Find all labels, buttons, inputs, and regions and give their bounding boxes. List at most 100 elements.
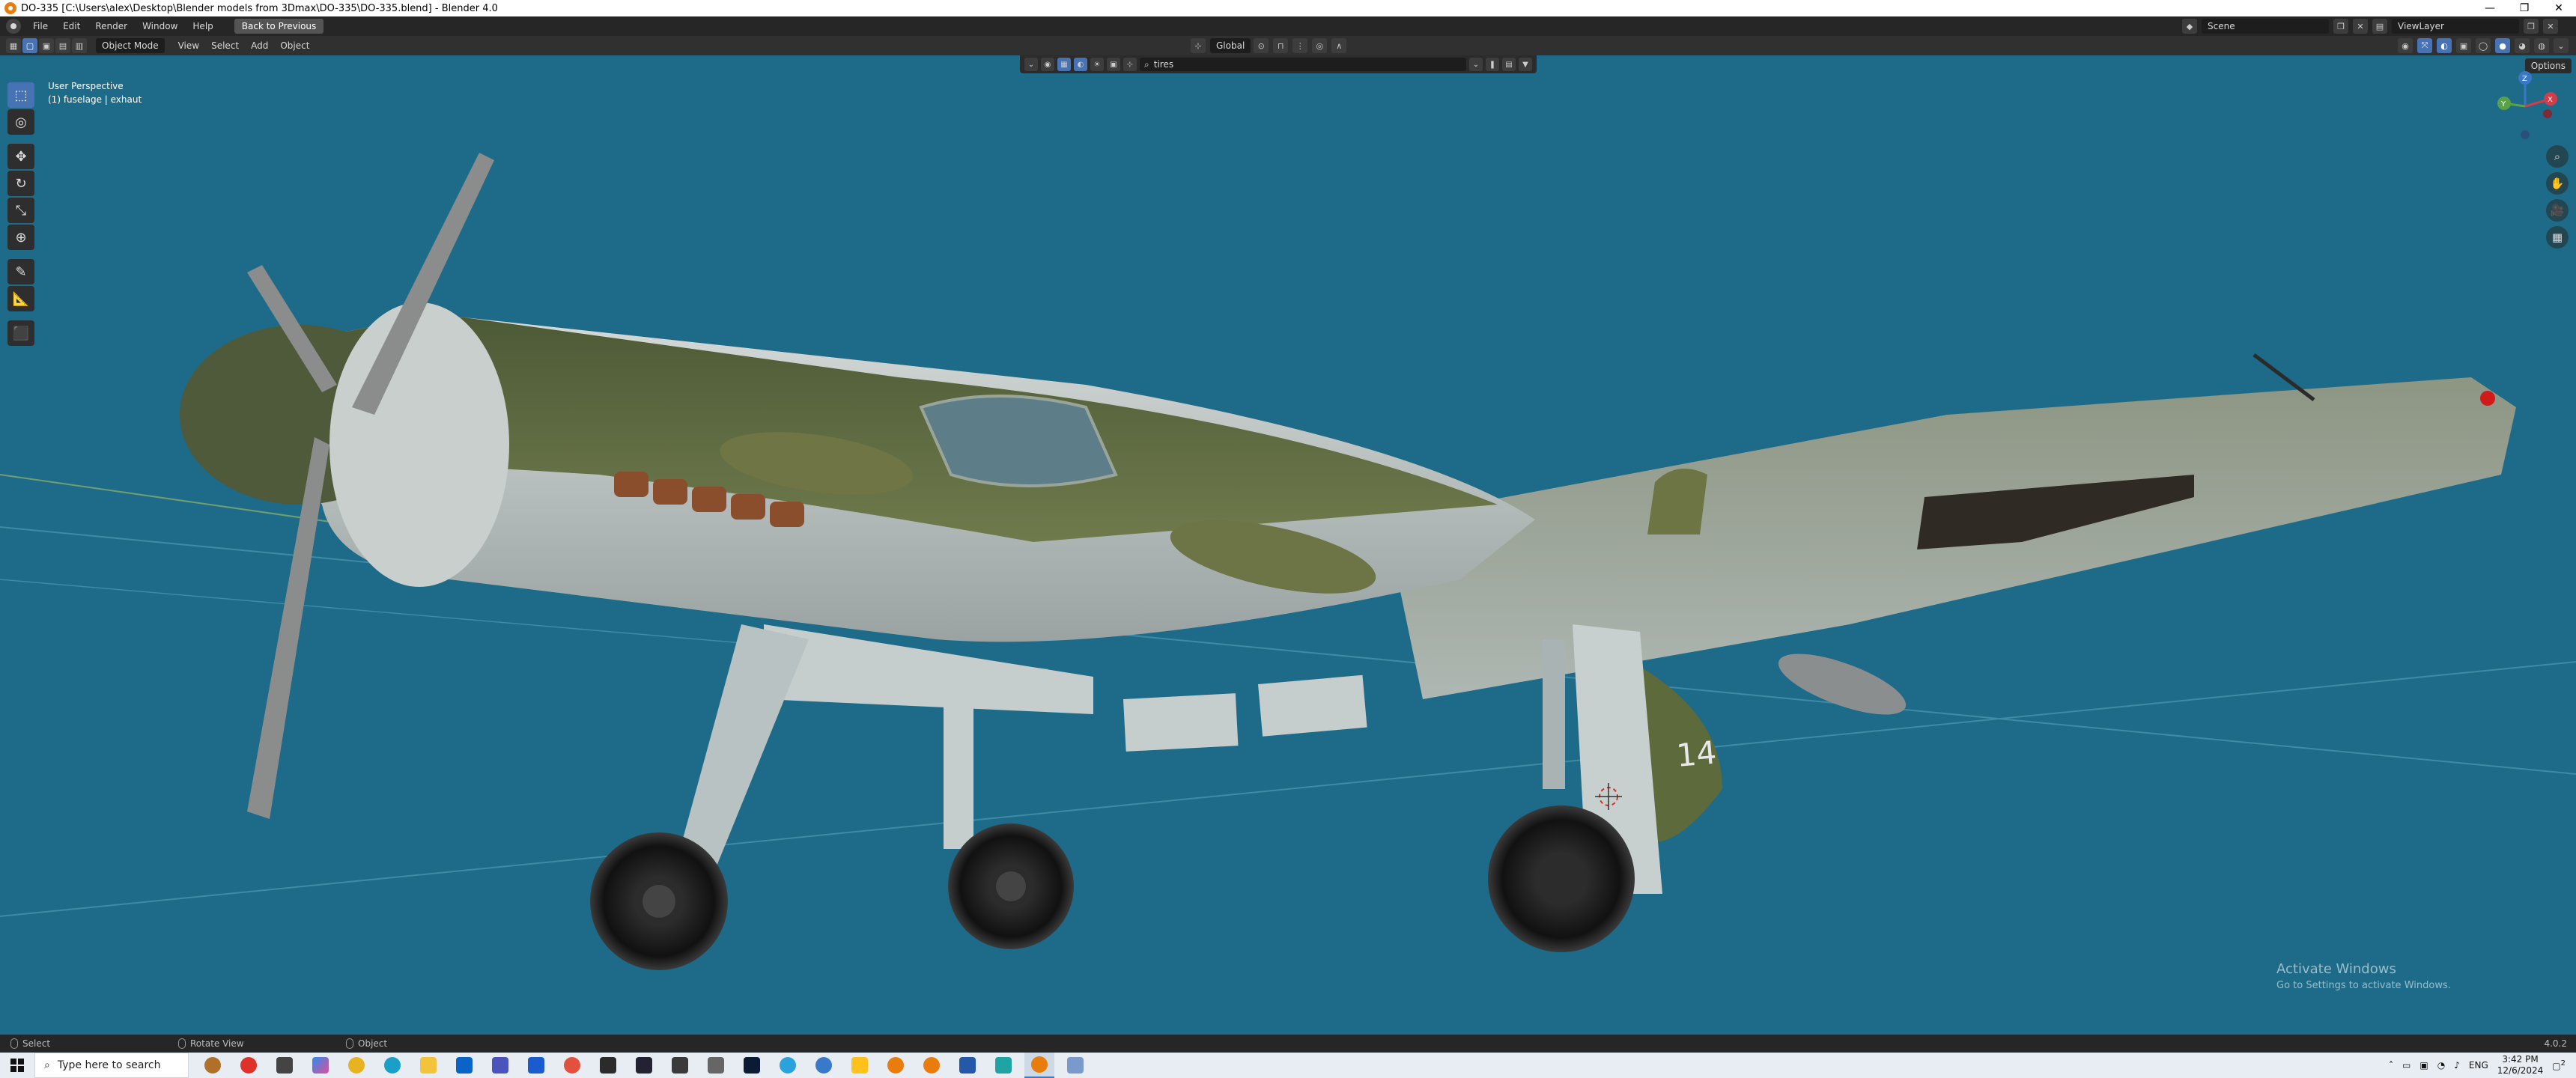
xray-icon[interactable]: ▣ [2456, 38, 2471, 53]
delete-scene-icon[interactable]: ✕ [2353, 19, 2368, 34]
photoshop-icon[interactable] [737, 1053, 767, 1078]
visibility-icon[interactable]: ◉ [2398, 38, 2413, 53]
volume-icon[interactable]: ♪ [2454, 1060, 2460, 1071]
outlook-icon[interactable] [449, 1053, 479, 1078]
app-3dsmax-icon[interactable] [593, 1053, 623, 1078]
scale-tool[interactable]: ⤡ [7, 198, 34, 223]
app-paint-icon[interactable] [1060, 1053, 1090, 1078]
blender-icon-2[interactable] [917, 1053, 947, 1078]
overlay-toggle-icon[interactable]: ◐ [2437, 38, 2452, 53]
menu-edit[interactable]: Edit [55, 16, 88, 36]
pivot-point-icon[interactable]: ⊙ [1254, 38, 1269, 53]
wifi-icon[interactable]: ◔ [2437, 1060, 2445, 1071]
wireframe-shading-icon[interactable]: ◯ [2476, 38, 2491, 53]
malwarebytes-icon[interactable] [521, 1053, 551, 1078]
start-button[interactable] [0, 1053, 34, 1078]
navigation-gizmo[interactable]: Z X Y [2488, 69, 2563, 144]
network-icon[interactable]: ▭ [2402, 1060, 2411, 1071]
close-button[interactable]: ✕ [2542, 0, 2576, 16]
teams-icon[interactable] [485, 1053, 515, 1078]
menu-select[interactable]: Select [205, 38, 245, 53]
filter-search-input[interactable]: ⌕ tires [1140, 58, 1466, 71]
menu-window[interactable]: Window [135, 16, 185, 36]
pan-hand-icon[interactable]: ✋ [2546, 172, 2569, 195]
falloff-icon[interactable]: ∧ [1331, 38, 1347, 53]
back-to-previous-button[interactable]: Back to Previous [234, 19, 324, 34]
filter-mesh-icon[interactable]: ▦ [1057, 58, 1071, 71]
bookmark-icon[interactable]: ❚ [1486, 58, 1499, 71]
snap-icon[interactable]: ⊓ [1273, 38, 1289, 53]
filter-light-icon[interactable]: ☀ [1090, 58, 1104, 71]
filter-clear-icon[interactable]: ⌄ [1469, 58, 1483, 71]
annotate-tool[interactable]: ✎ [7, 259, 34, 284]
gizmo-neg-x[interactable] [2543, 109, 2552, 118]
view-layer-field[interactable]: ViewLayer [2392, 19, 2519, 34]
settings-gear-icon[interactable] [809, 1053, 839, 1078]
add-cube-tool[interactable]: ⬛ [7, 320, 34, 346]
filter-empty-icon[interactable]: ⊹ [1123, 58, 1137, 71]
chrome-icon[interactable] [341, 1053, 371, 1078]
filter-object-icon[interactable]: ◉ [1041, 58, 1054, 71]
transform-orientation-dropdown[interactable]: Global [1210, 38, 1251, 53]
select-mode-invert-icon[interactable]: ▥ [72, 38, 87, 53]
solid-shading-icon[interactable]: ● [2495, 38, 2510, 53]
blender-icon-1[interactable] [881, 1053, 911, 1078]
proportional-edit-icon[interactable]: ◎ [1312, 38, 1328, 53]
scene-icon[interactable]: ◆ [2182, 19, 2197, 34]
clock[interactable]: 3:42 PM 12/6/2024 [2497, 1054, 2544, 1077]
delete-view-layer-icon[interactable]: ✕ [2543, 19, 2558, 34]
menu-add[interactable]: Add [245, 38, 274, 53]
select-box-tool[interactable]: ⬚ [7, 82, 34, 108]
display-icon[interactable]: ▣ [2419, 1060, 2428, 1071]
menu-object[interactable]: Object [274, 38, 315, 53]
select-mode-extend-icon[interactable]: ▣ [39, 38, 54, 53]
file-explorer-icon[interactable] [413, 1053, 443, 1078]
telegram-icon[interactable] [773, 1053, 803, 1078]
taskbar-search[interactable]: ⌕ Type here to search [34, 1053, 189, 1078]
filter-camera-icon[interactable]: ▣ [1107, 58, 1120, 71]
app-ds-icon[interactable] [665, 1053, 695, 1078]
snap-target-icon[interactable]: ⋮ [1292, 38, 1308, 53]
maya-icon[interactable] [988, 1053, 1018, 1078]
notification-icon[interactable]: ▢2 [2552, 1059, 2566, 1071]
rotate-tool[interactable]: ↻ [7, 171, 34, 196]
zoom-icon[interactable]: ⌕ [2546, 145, 2569, 168]
language-indicator[interactable]: ENG [2469, 1060, 2488, 1071]
3d-viewport[interactable]: 14 ⌄ ◉ ▦ ◐ ☀ ▣ ⊹ ⌕ tires ⌄ ❚ ▤ ▼ Options… [0, 55, 2576, 1035]
app-dark-icon[interactable] [629, 1053, 659, 1078]
app-grey-icon[interactable] [701, 1053, 731, 1078]
maximize-button[interactable]: ❐ [2507, 0, 2542, 16]
move-tool[interactable]: ✥ [7, 144, 34, 169]
shading-options-icon[interactable]: ⌄ [2554, 38, 2569, 53]
menu-file[interactable]: File [25, 16, 55, 36]
chevron-up-icon[interactable]: ˄ [2389, 1060, 2393, 1071]
transform-tool[interactable]: ⊕ [7, 225, 34, 250]
cursor-tool[interactable]: ◎ [7, 109, 34, 135]
object-mode-dropdown[interactable]: Object Mode [96, 38, 165, 53]
minimize-button[interactable]: — [2473, 0, 2507, 16]
menu-render[interactable]: Render [88, 16, 135, 36]
task-view-icon[interactable] [270, 1053, 300, 1078]
copilot-icon[interactable] [306, 1053, 335, 1078]
select-mode-subtract-icon[interactable]: ▤ [55, 38, 70, 53]
perspective-grid-icon[interactable]: ▦ [2546, 226, 2569, 249]
sort-icon[interactable]: ▤ [1502, 58, 1516, 71]
menu-help[interactable]: Help [185, 16, 220, 36]
new-scene-icon[interactable]: ❐ [2333, 19, 2348, 34]
gizmo-toggle-icon[interactable]: ⤧ [2417, 38, 2432, 53]
gingerbread-app-icon[interactable] [198, 1053, 228, 1078]
blender-active-icon[interactable] [1024, 1053, 1054, 1078]
filter-dropdown-icon[interactable]: ⌄ [1024, 58, 1038, 71]
filter-curve-icon[interactable]: ◐ [1074, 58, 1087, 71]
app-blue-icon[interactable] [953, 1053, 982, 1078]
view-layer-icon[interactable]: ▤ [2372, 19, 2387, 34]
blender-logo-icon[interactable] [6, 19, 21, 34]
new-view-layer-icon[interactable]: ❐ [2524, 19, 2539, 34]
camera-icon[interactable]: 🎥 [2546, 199, 2569, 222]
measure-tool[interactable]: 📐 [7, 286, 34, 311]
select-mode-new-icon[interactable]: ▢ [22, 38, 37, 53]
menu-view[interactable]: View [172, 38, 205, 53]
rendered-shading-icon[interactable]: ◍ [2534, 38, 2549, 53]
gizmo-neg-z[interactable] [2521, 130, 2530, 139]
editor-type-icon[interactable]: ▦ [6, 38, 21, 53]
